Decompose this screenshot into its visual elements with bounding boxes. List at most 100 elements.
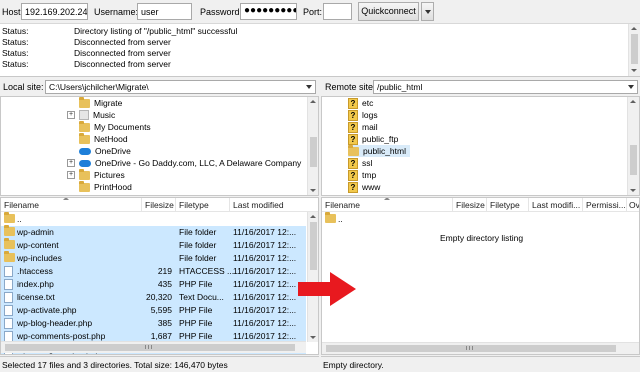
- file-name: wp-activate.php: [17, 305, 77, 315]
- file-icon: [4, 305, 13, 316]
- scrollbar-thumb[interactable]: [310, 222, 317, 270]
- table-row[interactable]: ..: [1, 212, 306, 226]
- table-row[interactable]: .htaccess 219 HTACCESS ... 11/16/2017 12:..…: [1, 265, 306, 278]
- file-icon: [4, 318, 13, 329]
- table-row[interactable]: wp-includes File folder 11/16/2017 12:...: [1, 251, 306, 265]
- scroll-up-icon[interactable]: [631, 27, 637, 30]
- log-message: Disconnected from server: [74, 59, 171, 69]
- file-name: wp-includes: [17, 253, 62, 263]
- tree-item[interactable]: + Music: [67, 109, 115, 121]
- scrollbar-thumb[interactable]: [5, 344, 295, 351]
- host-label: Host:: [2, 7, 24, 17]
- file-type: Text Docu...: [179, 292, 224, 302]
- tree-item[interactable]: + OneDrive - Go Daddy.com, LLC, A Delawar…: [67, 157, 301, 169]
- tree-item[interactable]: PrintHood: [67, 180, 132, 193]
- scroll-down-icon[interactable]: [630, 189, 636, 192]
- table-row[interactable]: wp-blog-header.php 385 PHP File 11/16/2017 …: [1, 317, 306, 330]
- remote-site-path-input[interactable]: /public_html: [373, 80, 638, 94]
- tree-item[interactable]: My Documents: [67, 120, 151, 133]
- column-last-modified[interactable]: Last modifi...: [532, 200, 580, 210]
- scroll-down-icon[interactable]: [631, 69, 637, 72]
- chevron-down-icon[interactable]: [306, 85, 312, 89]
- scrollbar-thumb[interactable]: [310, 137, 317, 167]
- expand-icon[interactable]: +: [67, 171, 75, 179]
- tree-item[interactable]: + Pictures: [67, 168, 125, 181]
- file-name: wp-comments-post.php: [17, 331, 106, 341]
- tree-item[interactable]: OneDrive: [67, 145, 131, 157]
- scroll-up-icon[interactable]: [310, 100, 316, 103]
- expand-icon[interactable]: +: [67, 159, 75, 167]
- column-filesize[interactable]: Filesize: [456, 200, 485, 210]
- folder-icon: [79, 97, 90, 108]
- file-size: 5,595: [150, 305, 172, 315]
- tree-item[interactable]: ? mail: [348, 121, 378, 133]
- empty-directory-message: Empty directory listing: [440, 233, 524, 243]
- tree-item[interactable]: ? ssl: [348, 157, 372, 169]
- scrollbar-thumb[interactable]: [326, 345, 616, 352]
- table-row[interactable]: wp-activate.php 5,595 PHP File 11/16/2017 1…: [1, 304, 306, 317]
- scroll-up-icon[interactable]: [630, 100, 636, 103]
- scroll-down-icon[interactable]: [310, 189, 316, 192]
- music-folder-icon: [79, 110, 89, 120]
- folder-icon: [79, 168, 90, 180]
- column-owner[interactable]: Ov: [629, 200, 639, 210]
- log-message: Disconnected from server: [74, 48, 171, 58]
- local-site-path-input[interactable]: C:\Users\jchilcher\Migrate\: [45, 80, 316, 94]
- log-message: Directory listing of "/public_html" succ…: [74, 26, 238, 36]
- local-list-hscrollbar[interactable]: [1, 341, 306, 353]
- column-last-modified[interactable]: Last modified: [233, 200, 284, 210]
- expand-icon[interactable]: +: [67, 111, 75, 119]
- unknown-folder-icon: ?: [348, 157, 358, 169]
- table-row[interactable]: wp-admin File folder 11/16/2017 12:...: [1, 225, 306, 239]
- tree-item-label: mail: [362, 122, 378, 132]
- file-size: 385: [157, 318, 172, 328]
- column-filetype[interactable]: Filetype: [179, 200, 209, 210]
- scrollbar-thumb[interactable]: [630, 145, 637, 175]
- quickconnect-history-dropdown[interactable]: [421, 2, 434, 21]
- tree-item[interactable]: ? logs: [348, 109, 378, 121]
- scrollbar-thumb[interactable]: [631, 34, 638, 64]
- column-permissions[interactable]: Permissi...: [586, 200, 626, 210]
- unknown-folder-icon: ?: [348, 109, 358, 121]
- list-row[interactable]: ..: [322, 212, 627, 226]
- port-label: Port:: [303, 7, 323, 17]
- log-scrollbar[interactable]: [628, 24, 640, 76]
- file-size: 435: [157, 279, 172, 289]
- remote-list-hscrollbar[interactable]: [322, 342, 639, 354]
- column-filename[interactable]: Filename: [325, 200, 360, 210]
- password-input[interactable]: ●●●●●●●●●●●●: [240, 3, 297, 20]
- log-message: Disconnected from server: [74, 37, 171, 47]
- quickconnect-button[interactable]: Quickconnect: [358, 2, 419, 21]
- tree-item[interactable]: ? public_ftp: [348, 133, 398, 145]
- folder-icon: [4, 238, 15, 249]
- column-filetype[interactable]: Filetype: [490, 200, 520, 210]
- table-row[interactable]: wp-content File folder 11/16/2017 12:...: [1, 238, 306, 252]
- remote-tree-scrollbar[interactable]: [627, 97, 639, 195]
- table-row[interactable]: index.php 435 PHP File 11/16/2017 12:...: [1, 278, 306, 291]
- column-filename[interactable]: Filename: [4, 200, 39, 210]
- column-filesize[interactable]: Filesize: [145, 200, 174, 210]
- onedrive-cloud-icon: [79, 147, 91, 155]
- tree-item[interactable]: Migrate: [67, 97, 122, 109]
- remote-directory-status: Empty directory.: [323, 360, 384, 370]
- tree-item[interactable]: ? www: [348, 181, 380, 193]
- file-icon: [4, 292, 13, 303]
- folder-icon: [79, 120, 90, 132]
- tree-item[interactable]: NetHood: [67, 132, 128, 145]
- local-tree-scrollbar[interactable]: [307, 97, 318, 195]
- port-input[interactable]: [323, 3, 352, 20]
- tree-item[interactable]: ? etc: [348, 97, 373, 109]
- tree-item-selected[interactable]: public_html: [348, 144, 410, 157]
- unknown-folder-icon: ?: [348, 133, 358, 145]
- host-input[interactable]: 192.169.202.243: [21, 3, 88, 20]
- chevron-down-icon[interactable]: [628, 85, 634, 89]
- file-type: HTACCESS ...: [179, 266, 235, 276]
- table-row[interactable]: license.txt 20,320 Text Docu... 11/16/2017 …: [1, 291, 306, 304]
- tree-item[interactable]: ? tmp: [348, 169, 376, 181]
- file-size: 1,687: [150, 331, 172, 341]
- username-input[interactable]: user: [137, 3, 192, 20]
- scroll-down-icon[interactable]: [310, 336, 316, 339]
- remote-directory-tree: ? etc ? logs ? mail ? public_ftp public_html…: [321, 96, 640, 196]
- log-status-label: Status:: [2, 59, 29, 69]
- scroll-up-icon[interactable]: [310, 215, 316, 218]
